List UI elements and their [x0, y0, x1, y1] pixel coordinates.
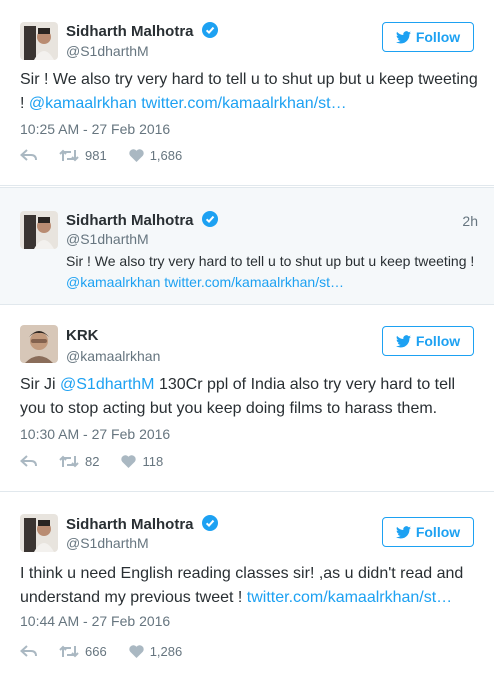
twitter-bird-icon: [395, 334, 411, 347]
avatar[interactable]: [20, 211, 58, 249]
author-handle[interactable]: @S1dharthM: [66, 43, 149, 59]
reply-icon: [20, 645, 37, 657]
author-name[interactable]: Sidharth Malhotra: [66, 22, 218, 40]
avatar[interactable]: [20, 22, 58, 60]
author-name[interactable]: KRK: [66, 327, 99, 344]
url-link[interactable]: twitter.com/kamaalrkhan/st…: [164, 274, 344, 290]
tweet-text: I think u need English reading classes s…: [20, 565, 464, 606]
author-name-text: Sidharth Malhotra: [66, 212, 194, 229]
like-button[interactable]: 1,686: [129, 148, 183, 163]
reply-button[interactable]: [20, 645, 37, 658]
timestamp[interactable]: 10:25 AM - 27 Feb 2016: [20, 121, 170, 137]
tweet-text: Sir Ji @S1dharthM 130Cr ppl of India als…: [20, 376, 456, 417]
verified-icon: [201, 515, 218, 531]
tweet-actions: 82 118: [20, 454, 185, 469]
retweet-icon: [59, 455, 79, 468]
timestamp[interactable]: 10:30 AM - 27 Feb 2016: [20, 426, 170, 442]
author-name-text: Sidharth Malhotra: [66, 23, 194, 40]
reply-button[interactable]: [20, 455, 37, 468]
relative-time[interactable]: 2h: [462, 213, 478, 229]
tweet-text: Sir ! We also try very hard to tell u to…: [20, 71, 478, 112]
author-name[interactable]: Sidharth Malhotra: [66, 515, 218, 533]
author-name[interactable]: Sidharth Malhotra: [66, 211, 218, 229]
avatar[interactable]: [20, 325, 58, 363]
retweet-count: 82: [85, 454, 100, 469]
timestamp[interactable]: 10:44 AM - 27 Feb 2016: [20, 613, 170, 629]
twitter-bird-icon: [395, 525, 411, 538]
mention-link[interactable]: @S1dharthM: [60, 376, 155, 393]
follow-label: Follow: [415, 333, 461, 349]
mention-link[interactable]: @kamaalrkhan: [29, 95, 137, 112]
tweet-3: KRK @kamaalrkhan Follow Sir Ji @S1dharth…: [0, 306, 494, 492]
twitter-bird-icon: [395, 30, 411, 43]
tweet-2: Sidharth Malhotra @S1dharthM 2h Sir ! We…: [0, 187, 494, 305]
like-button[interactable]: 118: [121, 454, 163, 469]
follow-label: Follow: [415, 524, 461, 540]
tweet-text: Sir ! We also try very hard to tell u to…: [66, 253, 475, 290]
like-count: 1,286: [149, 644, 183, 659]
like-button[interactable]: 1,286: [129, 644, 183, 659]
follow-button[interactable]: Follow: [382, 22, 474, 52]
tweet-actions: 981 1,686: [20, 148, 204, 163]
tweet-1: Sidharth Malhotra @S1dharthM Follow Sir …: [0, 0, 494, 186]
retweet-icon: [59, 149, 79, 162]
author-handle[interactable]: @kamaalrkhan: [66, 348, 160, 364]
author-name-text: Sidharth Malhotra: [66, 516, 194, 533]
follow-button[interactable]: Follow: [382, 326, 474, 356]
author-handle[interactable]: @S1dharthM: [66, 231, 149, 247]
url-link[interactable]: twitter.com/kamaalrkhan/st…: [141, 95, 346, 112]
author-name-text: KRK: [66, 327, 99, 344]
heart-icon: [129, 645, 144, 658]
like-count: 118: [142, 454, 164, 469]
verified-icon: [201, 22, 218, 38]
retweet-count: 666: [85, 644, 107, 659]
avatar[interactable]: [20, 514, 58, 552]
reply-icon: [20, 455, 37, 467]
retweet-button[interactable]: 981: [59, 148, 107, 163]
follow-label: Follow: [415, 29, 461, 45]
url-link[interactable]: twitter.com/kamaalrkhan/st…: [247, 589, 452, 606]
retweet-button[interactable]: 82: [59, 454, 99, 469]
follow-button[interactable]: Follow: [382, 517, 474, 547]
tweet-4: Sidharth Malhotra @S1dharthM Follow I th…: [0, 493, 494, 673]
heart-icon: [121, 455, 137, 468]
retweet-icon: [59, 645, 79, 658]
reply-button[interactable]: [20, 149, 37, 162]
like-count: 1,686: [149, 148, 183, 163]
mention-link[interactable]: @kamaalrkhan: [66, 274, 160, 290]
retweet-count: 981: [85, 148, 107, 163]
tweet-actions: 666 1,286: [20, 644, 204, 659]
heart-icon: [129, 149, 144, 162]
reply-icon: [20, 149, 37, 161]
retweet-button[interactable]: 666: [59, 644, 107, 659]
author-handle[interactable]: @S1dharthM: [66, 535, 149, 551]
verified-icon: [201, 211, 218, 227]
